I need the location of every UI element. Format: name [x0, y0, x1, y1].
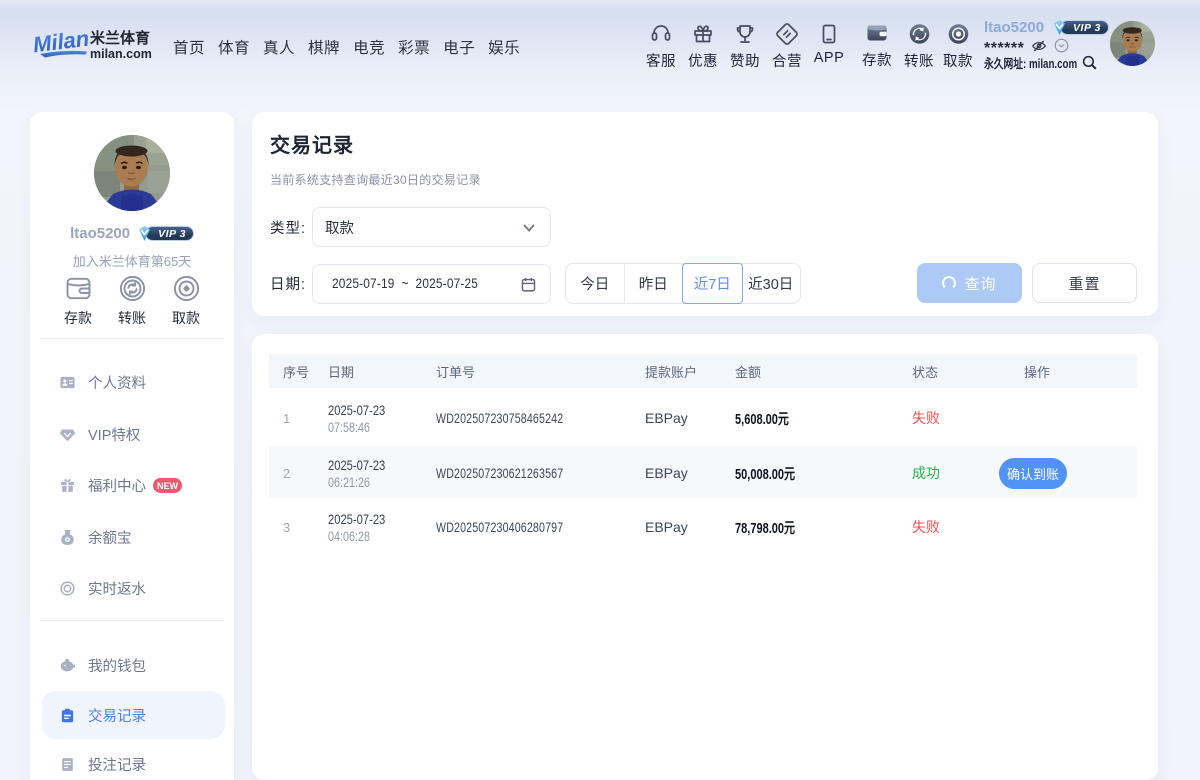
svg-text:米兰体育: 米兰体育	[90, 29, 150, 47]
svg-text:milan.com: milan.com	[90, 47, 152, 61]
